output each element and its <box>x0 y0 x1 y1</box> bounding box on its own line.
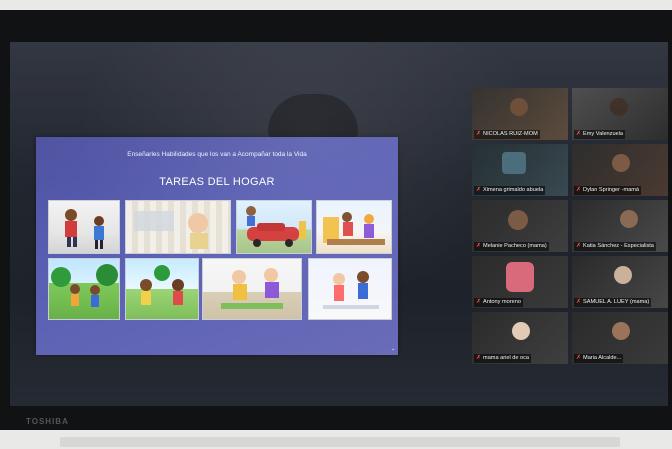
mic-muted-icon: ✗ <box>576 243 582 249</box>
participant-video[interactable]: ✗ Melanie Pacheco (mama) <box>472 200 568 252</box>
video-call-screen: Enseñarles Habilidades que los van a Aco… <box>10 42 668 406</box>
participant-video[interactable]: ✗ Maria Alcalde... <box>572 312 668 364</box>
laptop-brand-label: TOSHIBA <box>26 417 69 426</box>
slide-subtitle: Enseñarles Habilidades que los van a Aco… <box>127 151 307 158</box>
slide-image-tidying-toys <box>316 200 392 254</box>
slide-image-washing-car <box>236 200 312 254</box>
slide-image-planting <box>202 258 302 320</box>
slide-image-helping <box>308 258 392 320</box>
participant-gallery: ✗ NICOLAS RUIZ-MOM ✗ Emy Valenzuela ✗ Ximen… <box>472 88 668 400</box>
participant-name: ✗ NICOLAS RUIZ-MOM <box>474 130 540 139</box>
slide-image-garden <box>48 258 120 320</box>
participant-video[interactable]: ✗ Ximena grimaldo abuela <box>472 144 568 196</box>
participant-name: ✗ mama ariel de oca <box>474 354 532 363</box>
shared-slide: Enseñarles Habilidades que los van a Aco… <box>36 137 398 355</box>
mic-muted-icon: ✗ <box>476 243 482 249</box>
participant-video[interactable]: ✗ Dylan Springer -mamá <box>572 144 668 196</box>
slide-image-watering-plants <box>125 258 199 320</box>
mic-muted-icon: ✗ <box>476 187 482 193</box>
slide-image-kitchen <box>125 200 231 254</box>
reflection-silhouette <box>268 94 358 140</box>
participant-video[interactable]: ✗ Antony moreno <box>472 256 568 308</box>
participant-video[interactable]: ✗ SAMUEL A. LUEY (mama) <box>572 256 668 308</box>
slide-image-cleaning <box>48 200 120 254</box>
participant-name: ✗ Maria Alcalde... <box>574 354 624 363</box>
participant-name: ✗ Ximena grimaldo abuela <box>474 186 546 195</box>
mic-muted-icon: ✗ <box>576 299 582 305</box>
participant-video[interactable]: ✗ Emy Valenzuela <box>572 88 668 140</box>
mic-muted-icon: ✗ <box>476 355 482 361</box>
mic-muted-icon: ✗ <box>576 355 582 361</box>
participant-video[interactable]: ✗ NICOLAS RUIZ-MOM <box>472 88 568 140</box>
participant-name: ✗ SAMUEL A. LUEY (mama) <box>574 298 652 307</box>
participant-name: ✗ Melanie Pacheco (mama) <box>474 242 549 251</box>
mic-muted-icon: ✗ <box>576 131 582 137</box>
participant-video[interactable]: ✗ mama ariel de oca <box>472 312 568 364</box>
participant-name: ✗ Emy Valenzuela <box>574 130 626 139</box>
participant-video-active-speaker[interactable]: ✗ Katia Sánchez - Especialista <box>572 200 668 252</box>
laptop-bezel: Enseñarles Habilidades que los van a Aco… <box>0 10 672 430</box>
participant-name: ✗ Antony moreno <box>474 298 523 307</box>
slide-title: TAREAS DEL HOGAR <box>159 176 275 188</box>
participant-name: ✗ Dylan Springer -mamá <box>574 186 641 195</box>
mic-muted-icon: ✗ <box>476 131 482 137</box>
laptop-keyboard-edge <box>60 437 620 447</box>
mic-muted-icon: ✗ <box>576 187 582 193</box>
mic-muted-icon: ✗ <box>476 299 482 305</box>
slide-corner-mark: ▪ <box>392 347 394 353</box>
participant-name: ✗ Katia Sánchez - Especialista <box>574 242 656 251</box>
